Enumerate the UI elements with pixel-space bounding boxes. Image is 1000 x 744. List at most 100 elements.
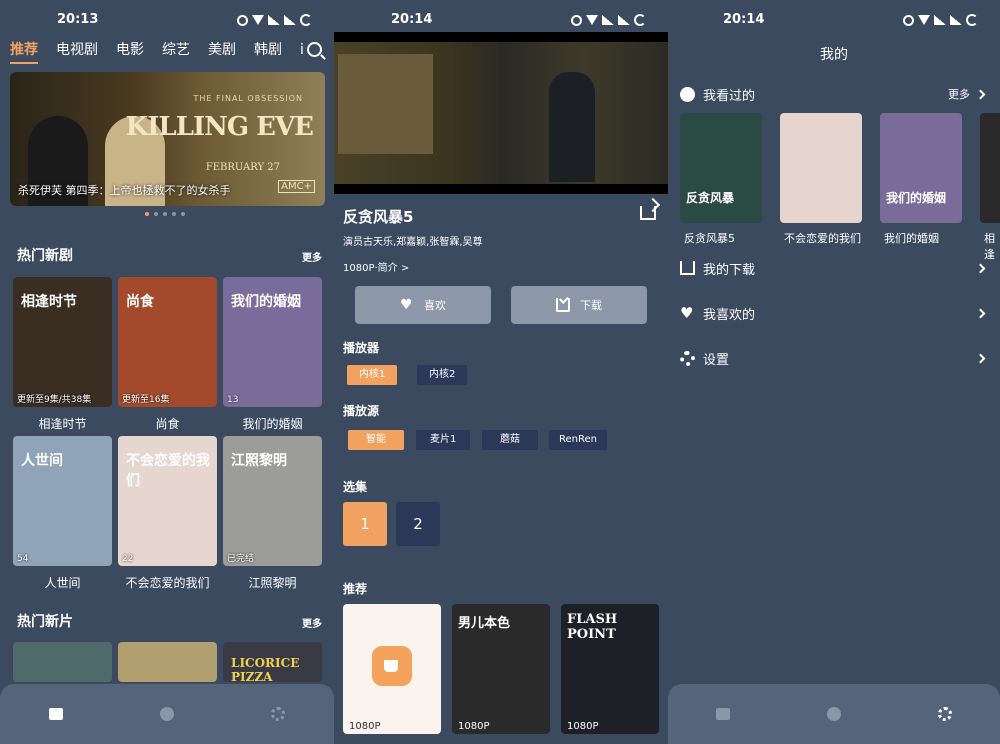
signal-icon	[602, 15, 614, 25]
bottom-nav	[668, 684, 1000, 744]
poster-badge: 22	[122, 554, 134, 564]
history-row[interactable]: 我看过的 更多	[680, 84, 986, 104]
battery-icon	[634, 14, 646, 26]
tab-more[interactable]: i	[300, 40, 304, 64]
carousel-dot[interactable]	[145, 212, 149, 216]
video-scene-boxes	[338, 54, 433, 154]
settings-label: 设置	[703, 352, 730, 368]
carousel-dot[interactable]	[181, 212, 185, 216]
banner-caption: 杀死伊芙 第四季：上帝也拯救不了的女杀手	[18, 184, 231, 197]
recommend-poster[interactable]: 1080P	[343, 604, 441, 734]
player-chip[interactable]: 内核2	[417, 365, 468, 385]
poster-art-text: 不会恋爱的我们	[126, 453, 210, 489]
coffee-icon	[372, 646, 412, 686]
source-chip[interactable]: RenRen	[549, 430, 607, 450]
gear-icon[interactable]	[271, 707, 286, 721]
tab-variety[interactable]: 综艺	[162, 40, 190, 64]
compass-icon[interactable]	[826, 707, 841, 721]
status-time: 20:14	[391, 12, 433, 27]
tab-k-drama[interactable]: 韩剧	[254, 40, 282, 64]
show-title: 尚食	[155, 417, 180, 431]
carousel-dot[interactable]	[154, 212, 158, 216]
video-player[interactable]	[334, 32, 668, 194]
recommend-poster[interactable]: 男儿本色 1080P	[452, 604, 550, 734]
chevron-right-icon	[975, 308, 986, 318]
alarm-icon	[571, 14, 582, 26]
history-poster[interactable]	[780, 113, 862, 223]
recommend-poster[interactable]: FLASH POINT 1080P	[561, 604, 659, 734]
banner-tagline: THE FINAL OBSESSION	[193, 94, 303, 103]
show-poster[interactable]: 尚食更新至16集	[118, 277, 217, 407]
likes-row[interactable]: ♥ 我喜欢的	[680, 303, 986, 323]
tab-us-drama[interactable]: 美剧	[208, 40, 236, 64]
carousel-dot[interactable]	[163, 212, 167, 216]
poster-badge: 已完结	[227, 554, 255, 564]
category-tabs: 推荐 电视剧 电影 综艺 美剧 韩剧 i	[10, 40, 310, 64]
compass-icon[interactable]	[159, 707, 174, 721]
tab-tv[interactable]: 电视剧	[56, 40, 98, 64]
page-title: 我的	[820, 47, 848, 63]
poster-badge: 54	[17, 554, 29, 564]
gear-icon[interactable]	[937, 707, 952, 721]
show-poster[interactable]: 人世间 54	[13, 436, 112, 566]
chevron-right-icon	[975, 263, 986, 273]
show-poster[interactable]: 相逢时节 更新至9集/共38集	[13, 277, 112, 407]
tab-recommend[interactable]: 推荐	[10, 40, 38, 64]
history-poster[interactable]: 反贪风暴	[680, 113, 762, 223]
poster-art-text: LICORICE PIZZA	[231, 656, 300, 682]
poster-art-text: 尚食	[126, 294, 154, 310]
carousel-dots	[145, 212, 185, 216]
history-poster[interactable]: 我们的婚姻	[880, 113, 962, 223]
more-link-shows[interactable]: 更多	[302, 249, 322, 264]
movie-poster[interactable]	[13, 642, 112, 682]
settings-row[interactable]: 设置	[680, 348, 986, 368]
poster-art-text: 反贪风暴	[686, 191, 735, 205]
history-title: 我们的婚姻	[884, 232, 939, 245]
heart-icon: ♥	[400, 297, 413, 313]
episode-button[interactable]: 1	[343, 502, 387, 546]
banner-logo: KILLING EVE	[125, 112, 314, 142]
hero-banner[interactable]: THE FINAL OBSESSION KILLING EVE FEBRUARY…	[10, 72, 325, 206]
show-poster[interactable]: 不会恋爱的我们 22	[118, 436, 217, 566]
movie-poster[interactable]	[118, 642, 217, 682]
like-label: 喜欢	[424, 299, 446, 312]
show-poster[interactable]: 江照黎明 已完结	[223, 436, 322, 566]
source-chip[interactable]: 智能	[348, 430, 404, 450]
history-poster[interactable]	[980, 113, 1000, 223]
player-chip[interactable]: 内核1	[347, 365, 398, 385]
heart-icon: ♥	[680, 304, 694, 322]
source-chip[interactable]: 麦片1	[416, 430, 471, 450]
video-scene-person	[549, 72, 595, 182]
show-title: 江照黎明	[248, 576, 297, 590]
wifi-icon	[252, 15, 264, 25]
poster-badge: 更新至16集	[122, 395, 170, 405]
wifi-icon	[586, 15, 598, 25]
home-icon[interactable]	[716, 708, 731, 720]
downloads-row[interactable]: 我的下载	[680, 258, 986, 278]
detail-cast: 演员古天乐,郑嘉颖,张智霖,吴尊	[343, 237, 483, 248]
more-link-movies[interactable]: 更多	[302, 615, 322, 630]
episode-button[interactable]: 2	[396, 502, 440, 546]
signal-icon	[934, 15, 946, 25]
status-icons	[237, 14, 312, 26]
tab-movies[interactable]: 电影	[116, 40, 144, 64]
profile-screen: 20:14 我的 我看过的 更多 反贪风暴 反贪风暴5 不会恋爱的我们 我们的婚姻 我们…	[668, 0, 1000, 744]
download-label: 下载	[580, 299, 602, 312]
home-icon[interactable]	[48, 708, 63, 720]
signal-icon-2	[618, 15, 630, 25]
wifi-icon	[918, 15, 930, 25]
history-more[interactable]: 更多	[948, 86, 970, 102]
download-button[interactable]: 下载	[511, 286, 647, 324]
poster-badge: 13	[227, 395, 239, 405]
show-poster[interactable]: 我们的婚姻 13	[223, 277, 322, 407]
share-icon[interactable]	[640, 206, 656, 220]
detail-meta-link[interactable]: 1080P·简介 >	[343, 259, 409, 274]
carousel-dot[interactable]	[172, 212, 176, 216]
source-chip[interactable]: 蘑菇	[482, 430, 538, 450]
download-icon	[680, 261, 695, 275]
status-time: 20:14	[723, 12, 765, 27]
movie-poster[interactable]: LICORICE PIZZA	[223, 642, 322, 682]
like-button[interactable]: ♥ 喜欢	[355, 286, 491, 324]
home-screen: 20:13 推荐 电视剧 电影 综艺 美剧 韩剧 i THE FINAL OBS…	[0, 0, 334, 744]
search-icon[interactable]	[307, 42, 322, 57]
